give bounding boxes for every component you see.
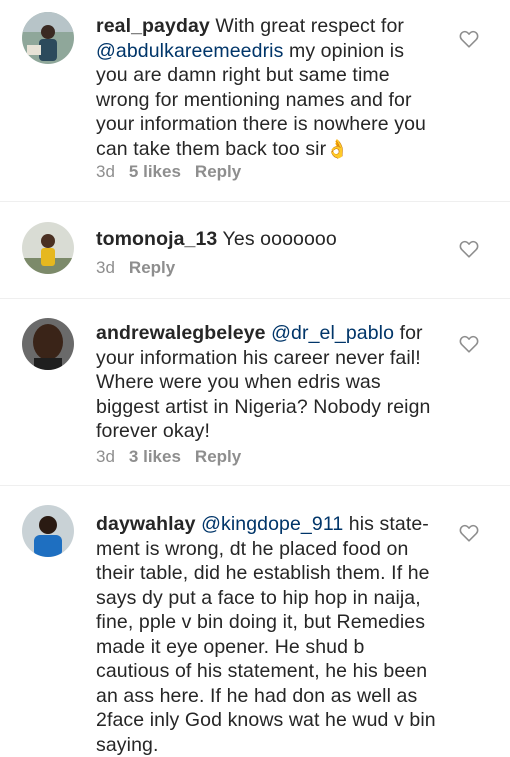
reply-button[interactable]: Reply (195, 447, 241, 467)
divider (0, 298, 510, 299)
heart-outline-icon[interactable] (458, 522, 480, 544)
likes-count[interactable]: 3 likes (129, 447, 181, 467)
comment-text: real_payday With great respect for @abdu… (96, 15, 426, 160)
mention-link[interactable]: @kingdope_911 (201, 513, 343, 535)
avatar[interactable] (22, 12, 74, 64)
heart-outline-icon[interactable] (458, 28, 480, 50)
comment-text: tomonoja_13 Yes ooooooo (96, 228, 337, 250)
comment-username[interactable]: tomonoja_13 (96, 228, 217, 250)
reply-button[interactable]: Reply (195, 162, 241, 182)
reply-button[interactable]: Reply (129, 258, 175, 278)
avatar[interactable] (22, 318, 74, 370)
comment-username[interactable]: andrewalegbeleye (96, 322, 266, 344)
heart-outline-icon[interactable] (458, 333, 480, 355)
comment-time: 3d (96, 258, 115, 277)
comment-meta: 3d Reply (96, 258, 189, 278)
comment-username[interactable]: real_payday (96, 15, 210, 37)
heart-outline-icon[interactable] (458, 238, 480, 260)
comment-time: 3d (96, 162, 115, 181)
mention-link[interactable]: @abdulkareemeedris (96, 40, 283, 62)
divider (0, 201, 510, 202)
ok-hand-emoji: 👌 (326, 138, 349, 159)
likes-count[interactable]: 5 likes (129, 162, 181, 182)
comment-username[interactable]: daywahlay (96, 513, 196, 535)
divider (0, 485, 510, 486)
comment-time: 3d (96, 447, 115, 466)
comment-meta: 3d 5 likes Reply (96, 162, 255, 182)
mention-link[interactable]: @dr_el_pablo (271, 322, 394, 344)
comment-text: andrewalegbeleye @dr_el_pablo for your i… (96, 322, 431, 442)
avatar[interactable] (22, 505, 74, 557)
avatar[interactable] (22, 222, 74, 274)
comment-text: daywahlay @kingdope_911 his state-ment i… (96, 513, 436, 756)
comment-meta: 3d 3 likes Reply (96, 447, 255, 467)
